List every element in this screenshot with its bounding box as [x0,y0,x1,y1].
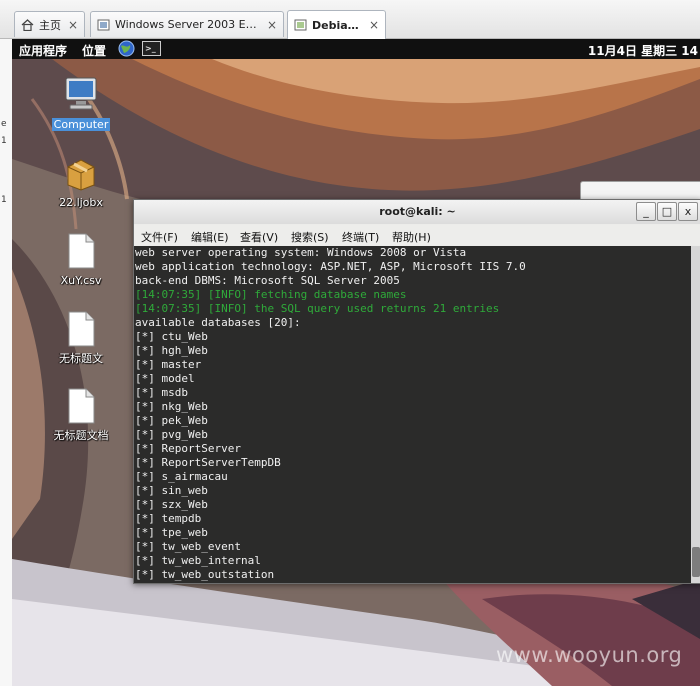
host-sidebar-char: 1 [1,136,7,146]
terminal-window[interactable]: root@kali: ~ _ □ x 文件(F) 编辑(E) 查看(V) 搜索(… [133,199,700,584]
desktop-icon-label: 22.ljobx [59,196,103,209]
terminal-line: [*] model [135,372,195,385]
scrollbar-thumb[interactable] [692,547,700,577]
terminal-line: [14:07:35] [INFO] the SQL query used ret… [135,302,500,315]
close-icon[interactable]: × [267,18,277,32]
host-sidebar-char: e [1,119,7,129]
terminal-line: [*] pvg_Web [135,428,208,441]
window-title: root@kali: ~ [379,205,456,218]
terminal-line: [14:07:35] [INFO] fetching database name… [135,288,407,301]
document-icon [68,311,95,347]
terminal-line: [*] pek_Web [135,414,208,427]
computer-icon [65,77,97,110]
panel-clock[interactable]: 11月4日 星期三 14 [588,42,698,59]
terminal-line: [*] ReportServerTempDB [135,456,281,469]
terminal-line: available databases [20]: [135,316,301,329]
vm-tab-bar: 主页 × Windows Server 2003 Enterpris... × … [0,0,700,39]
terminal-line: [*] msdb [135,386,188,399]
desktop-icon-untitled-1[interactable]: 无标题文 [46,311,116,366]
terminal-line: [*] nkg_Web [135,400,208,413]
menu-terminal[interactable]: 终端(T) [342,229,379,245]
desktop-icon-computer[interactable]: Computer [46,75,116,132]
terminal-line: [*] tw_web_internal [135,554,261,567]
terminal-line: [*] sin_web [135,484,208,497]
minimize-button[interactable]: _ [636,202,656,221]
desktop-icon-untitled-2[interactable]: 无标题文档 [46,388,116,443]
terminal-line: [*] ReportServer [135,442,241,455]
tab-debian[interactable]: Debian 7.x × [287,10,386,39]
document-icon [68,388,95,424]
terminal-line: [*] hgh_Web [135,344,208,357]
tab-windows-server[interactable]: Windows Server 2003 Enterpris... × [90,11,284,37]
watermark: www.wooyun.org [496,643,683,667]
close-icon[interactable]: × [68,18,78,32]
top-panel: 应用程序 位置 >_ 11月4日 星期三 14 [12,39,700,59]
terminal-line: [*] master [135,358,202,371]
web-browser-icon[interactable] [118,40,135,57]
terminal-line: web server operating system: Windows 200… [135,246,467,259]
desktop-icon-label: Computer [51,118,111,131]
tab-home[interactable]: 主页 × [14,11,85,37]
close-icon[interactable]: × [369,18,379,32]
terminal-line: [*] tpe_web [135,526,208,539]
applications-menu[interactable]: 应用程序 [19,42,67,59]
terminal-line: [*] tw_web_event [135,540,241,553]
places-menu[interactable]: 位置 [82,42,106,59]
menu-file[interactable]: 文件(F) [141,229,178,245]
desktop-icon-label: 无标题文档 [53,429,109,442]
terminal-output[interactable]: web server operating system: Windows 200… [134,246,691,583]
terminal-line: [*] ctu_Web [135,330,208,343]
desktop-icon-csv[interactable]: XuY.csv [46,233,116,288]
desktop-icon-label: XuY.csv [60,274,102,287]
menu-view[interactable]: 查看(V) [240,229,278,245]
vm-icon [97,19,110,30]
desktop-icon-label: 无标题文 [59,352,103,365]
home-icon [21,18,34,31]
vm-icon [294,19,307,31]
terminal-line: [*] tempdb [135,512,202,525]
maximize-button[interactable]: □ [657,202,677,221]
close-button[interactable]: x [678,202,698,221]
desktop-icon-ljobx[interactable]: 22.ljobx [46,155,116,210]
host-sidebar-char: 1 [1,195,7,205]
tab-label: Windows Server 2003 Enterpris... [115,18,261,31]
terminal-menubar: 文件(F) 编辑(E) 查看(V) 搜索(S) 终端(T) 帮助(H) [134,225,700,245]
menu-help[interactable]: 帮助(H) [392,229,431,245]
tab-label: 主页 [39,18,61,32]
guest-screen[interactable]: 应用程序 位置 >_ 11月4日 星期三 14 Computer 22.ljob… [12,39,700,686]
terminal-line: [*] tw_web_outstation [135,568,275,581]
terminal-scrollbar[interactable] [691,246,700,583]
menu-edit[interactable]: 编辑(E) [191,229,229,245]
terminal-line: [*] s_airmacau [135,470,228,483]
menu-search[interactable]: 搜索(S) [291,229,329,245]
tab-label: Debian 7.x [312,18,363,32]
terminal-launcher-icon[interactable]: >_ [142,41,161,56]
document-icon [68,233,95,269]
terminal-line: web application technology: ASP.NET, ASP… [135,260,526,273]
terminal-line: [*] szx_Web [135,498,208,511]
package-icon [67,159,95,191]
terminal-line: back-end DBMS: Microsoft SQL Server 2005 [135,274,400,287]
terminal-titlebar[interactable]: root@kali: ~ _ □ x [134,200,700,224]
